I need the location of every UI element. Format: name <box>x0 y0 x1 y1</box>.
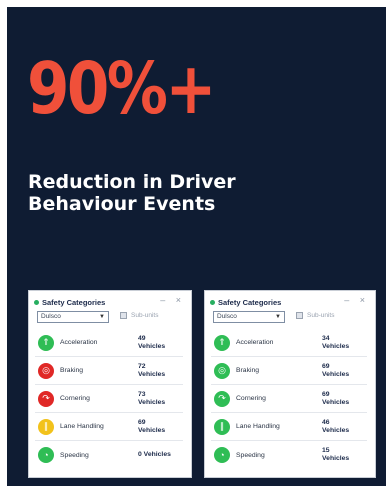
category-value: 15 Vehicles <box>322 447 350 462</box>
panel-title-text: Safety Categories <box>218 298 282 307</box>
category-list: ⇑ Acceleration 34 Vehicles ◎ Braking 69 Ve… <box>211 329 367 469</box>
category-value: 69 Vehicles <box>322 362 350 378</box>
panel-title: Safety Categories <box>210 298 281 307</box>
chevron-down-icon: ▼ <box>275 314 281 320</box>
window-controls[interactable]: – × <box>160 295 185 305</box>
chevron-down-icon: ▼ <box>99 314 105 320</box>
category-value: 72 Vehicles <box>138 362 166 378</box>
cornering-icon: ↷ <box>38 390 54 407</box>
reduction-stat: 90%+ <box>27 47 217 130</box>
category-row-speeding[interactable]: ◔ Speeding 0 Vehicles <box>35 441 183 469</box>
braking-icon: ◎ <box>38 362 54 379</box>
headline: Reduction in Driver Behaviour Events <box>28 171 236 215</box>
category-row-braking[interactable]: ◎ Braking 72 Vehicles <box>35 357 183 385</box>
category-label: Lane Handling <box>60 423 104 430</box>
window-controls[interactable]: – × <box>344 295 369 305</box>
lane-handling-icon: ∥ <box>38 418 54 435</box>
category-row-speeding[interactable]: ◔ Speeding 15 Vehicles <box>211 441 367 469</box>
fleet-select[interactable]: Dulsco ▼ <box>37 311 109 323</box>
category-value: 73 Vehicles <box>138 390 166 406</box>
category-list: ⇑ Acceleration 49 Vehicles ◎ Braking 72 Ve… <box>35 329 183 469</box>
safety-categories-panel-before: Safety Categories – × Dulsco ▼ Sub-units… <box>28 290 192 478</box>
panel-title: Safety Categories <box>34 298 105 307</box>
category-row-acceleration[interactable]: ⇑ Acceleration 49 Vehicles <box>35 329 183 357</box>
category-label: Cornering <box>236 395 266 402</box>
panel-title-text: Safety Categories <box>42 298 106 307</box>
category-value: 49 Vehicles <box>138 334 166 350</box>
cornering-icon: ↷ <box>214 390 230 407</box>
subunits-toggle[interactable]: Sub-units <box>296 312 334 319</box>
category-row-cornering[interactable]: ↷ Cornering 69 Vehicles <box>211 385 367 413</box>
category-label: Cornering <box>60 395 90 402</box>
category-value: 69 Vehicles <box>138 418 166 434</box>
category-value: 46 Vehicles <box>322 418 350 434</box>
status-dot-icon <box>34 300 39 305</box>
safety-categories-panel-after: Safety Categories – × Dulsco ▼ Sub-units… <box>204 290 376 478</box>
category-label: Speeding <box>60 451 89 459</box>
fleet-select-value: Dulsco <box>217 313 237 320</box>
category-label: Acceleration <box>236 339 274 346</box>
category-label: Speeding <box>236 451 265 459</box>
subunits-checkbox[interactable] <box>120 312 127 319</box>
fleet-select-value: Dulsco <box>41 313 61 320</box>
acceleration-icon: ⇑ <box>38 334 54 351</box>
fleet-select[interactable]: Dulsco ▼ <box>213 311 285 323</box>
category-label: Acceleration <box>60 339 98 346</box>
category-value: 34 Vehicles <box>322 334 350 350</box>
category-row-cornering[interactable]: ↷ Cornering 73 Vehicles <box>35 385 183 413</box>
category-row-lane-handling[interactable]: ∥ Lane Handling 46 Vehicles <box>211 413 367 441</box>
lane-handling-icon: ∥ <box>214 418 230 435</box>
category-value: 0 Vehicles <box>138 451 171 458</box>
category-row-acceleration[interactable]: ⇑ Acceleration 34 Vehicles <box>211 329 367 357</box>
speeding-icon: ◔ <box>214 447 230 463</box>
category-row-braking[interactable]: ◎ Braking 69 Vehicles <box>211 357 367 385</box>
category-label: Braking <box>236 367 260 374</box>
status-dot-icon <box>210 300 215 305</box>
category-row-lane-handling[interactable]: ∥ Lane Handling 69 Vehicles <box>35 413 183 441</box>
category-value: 69 Vehicles <box>322 390 350 406</box>
subunits-label: Sub-units <box>307 312 335 319</box>
acceleration-icon: ⇑ <box>214 334 230 351</box>
subunits-checkbox[interactable] <box>296 312 303 319</box>
speeding-icon: ◔ <box>38 447 54 463</box>
subunits-label: Sub-units <box>131 312 159 319</box>
category-label: Lane Handling <box>236 423 280 430</box>
braking-icon: ◎ <box>214 362 230 379</box>
category-label: Braking <box>60 367 84 374</box>
subunits-toggle[interactable]: Sub-units <box>120 312 158 319</box>
